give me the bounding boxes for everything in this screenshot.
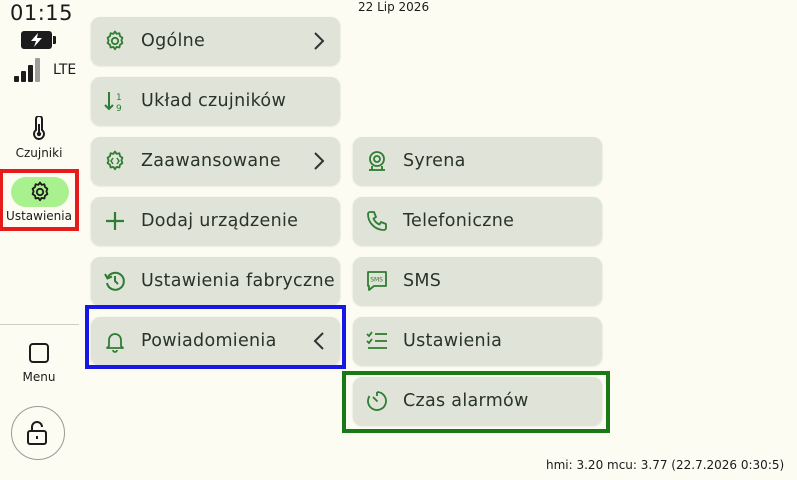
menu-item-label: Ustawienia fabryczne xyxy=(141,271,335,291)
version-info: hmi: 3.20 mcu: 3.77 (22.7.2026 0:30:5) xyxy=(546,458,785,472)
svg-text:1: 1 xyxy=(116,93,122,103)
submenu-item-label: Syrena xyxy=(403,151,466,171)
bell-icon xyxy=(106,333,124,353)
gear-code-icon xyxy=(106,150,124,171)
sidebar-item-label: Menu xyxy=(22,370,56,384)
square-icon xyxy=(29,343,49,363)
menu-item-zaawansowane[interactable]: Zaawansowane xyxy=(91,137,340,185)
timer-icon xyxy=(367,391,387,411)
thermometer-icon xyxy=(33,116,45,140)
sidebar-item-czujniki[interactable]: Czujniki xyxy=(0,116,78,166)
menu-item-powiadomienia[interactable]: Powiadomienia xyxy=(91,317,340,365)
signal-strength-icon xyxy=(14,58,40,82)
menu-item-label: Dodaj urządzenie xyxy=(141,211,299,231)
clock: 01:15 xyxy=(10,1,74,25)
lock-button[interactable] xyxy=(11,406,65,460)
chevron-right-icon xyxy=(314,152,325,170)
history-icon xyxy=(104,271,125,291)
chevron-right-icon xyxy=(314,32,325,50)
siren-icon xyxy=(369,151,385,171)
chevron-left-icon xyxy=(313,332,324,350)
submenu-item-label: Czas alarmów xyxy=(403,391,529,411)
checklist-icon xyxy=(366,331,387,349)
date-label: 22 Lip 2026 xyxy=(358,0,430,14)
sidebar-divider xyxy=(0,324,79,325)
svg-text:SMS: SMS xyxy=(370,277,383,284)
sms-icon: SMS xyxy=(367,271,387,291)
menu-item-label: Układ czujników xyxy=(141,91,287,111)
menu-item-ustawienia-fabryczne[interactable]: Ustawienia fabryczne xyxy=(91,257,340,305)
menu-item-uklad-czujnikow[interactable]: 1 9 Układ czujników xyxy=(91,77,340,125)
menu-item-label: Zaawansowane xyxy=(141,151,281,171)
network-type: LTE xyxy=(53,62,77,78)
submenu-item-ustawienia[interactable]: Ustawienia xyxy=(353,317,602,365)
menu-item-label: Powiadomienia xyxy=(141,331,277,351)
battery-charging-icon xyxy=(21,31,56,49)
unlock-icon xyxy=(27,421,47,445)
sidebar-item-menu[interactable]: Menu xyxy=(0,340,78,390)
sidebar-item-ustawienia[interactable]: Ustawienia xyxy=(0,169,79,231)
submenu-item-label: SMS xyxy=(403,271,442,291)
gear-icon xyxy=(31,181,49,202)
submenu-item-label: Ustawienia xyxy=(403,331,503,351)
submenu-item-syrena[interactable]: Syrena xyxy=(353,137,602,185)
submenu-item-czas-alarmow[interactable]: Czas alarmów xyxy=(353,377,602,425)
sidebar-item-label: Ustawienia xyxy=(6,209,72,223)
sidebar-item-label: Czujniki xyxy=(15,146,63,160)
menu-item-dodaj-urzadzenie[interactable]: Dodaj urządzenie xyxy=(91,197,340,245)
gear-icon xyxy=(106,30,124,51)
menu-item-label: Ogólne xyxy=(141,31,206,51)
sort-icon: 1 9 xyxy=(104,92,122,113)
phone-icon xyxy=(367,211,387,231)
selected-indicator xyxy=(11,177,69,207)
submenu-item-label: Telefoniczne xyxy=(403,211,515,231)
submenu-item-sms[interactable]: SMS SMS xyxy=(353,257,602,305)
menu-item-ogolne[interactable]: Ogólne xyxy=(91,17,340,65)
svg-text:9: 9 xyxy=(116,104,122,113)
plus-icon xyxy=(106,212,124,230)
submenu-item-telefoniczne[interactable]: Telefoniczne xyxy=(353,197,602,245)
